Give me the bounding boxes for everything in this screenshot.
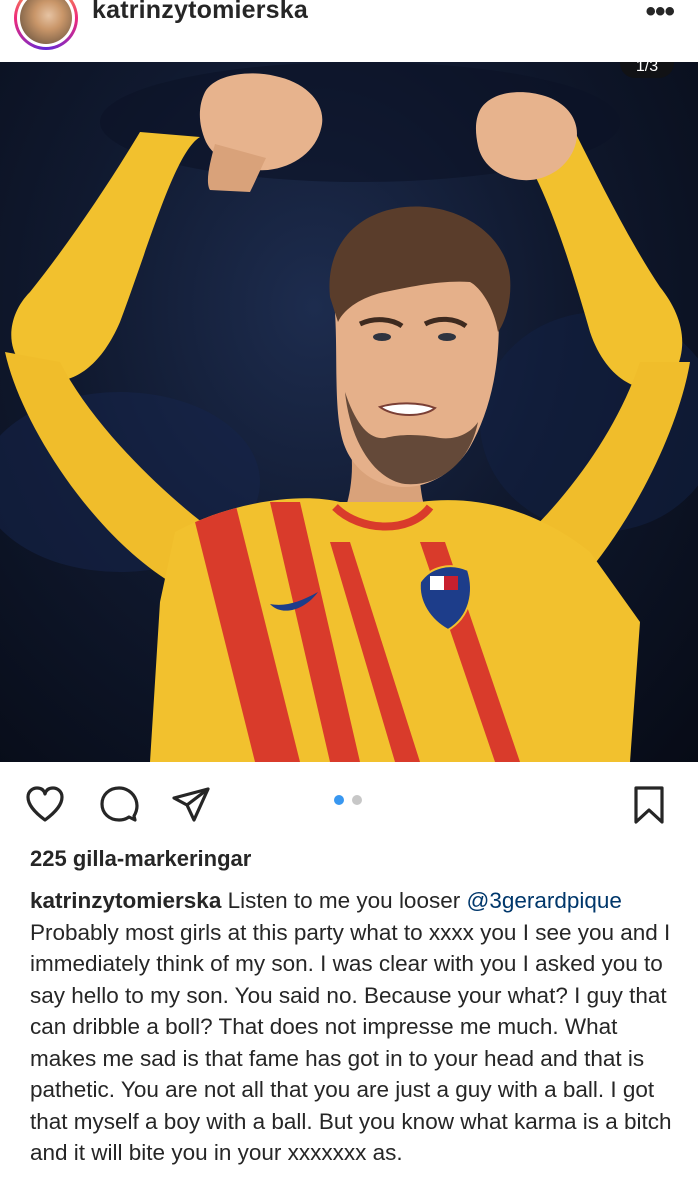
profile-avatar[interactable] [14, 0, 78, 50]
caption-username[interactable]: katrinzytomierska [30, 888, 221, 913]
post-author-username[interactable]: katrinzytomierska [92, 0, 308, 25]
carousel-dot-active [334, 795, 344, 805]
post-photo[interactable]: 1/3 [0, 62, 698, 762]
post-actions-bar [0, 762, 698, 842]
avatar-image [20, 0, 72, 44]
caption-mention-link[interactable]: @3gerardpique [466, 888, 621, 913]
heart-icon[interactable] [24, 784, 66, 826]
caption-lead-text: Listen to me you looser [221, 888, 467, 913]
bookmark-icon[interactable] [628, 784, 670, 826]
more-dots-icon[interactable]: ••• [645, 0, 674, 27]
player-illustration [0, 62, 698, 762]
caption-body-text: Probably most girls at this party what t… [30, 919, 672, 1166]
post-caption: katrinzytomierska Listen to me you loose… [30, 885, 680, 1169]
like-count[interactable]: 225 gilla-markeringar [30, 846, 251, 872]
comment-icon[interactable] [98, 784, 140, 826]
carousel-counter-badge: 1/3 [620, 62, 674, 78]
post-header: katrinzytomierska ••• [0, 0, 698, 62]
share-icon[interactable] [170, 784, 212, 826]
carousel-dots [334, 795, 368, 807]
carousel-dot [352, 795, 362, 805]
